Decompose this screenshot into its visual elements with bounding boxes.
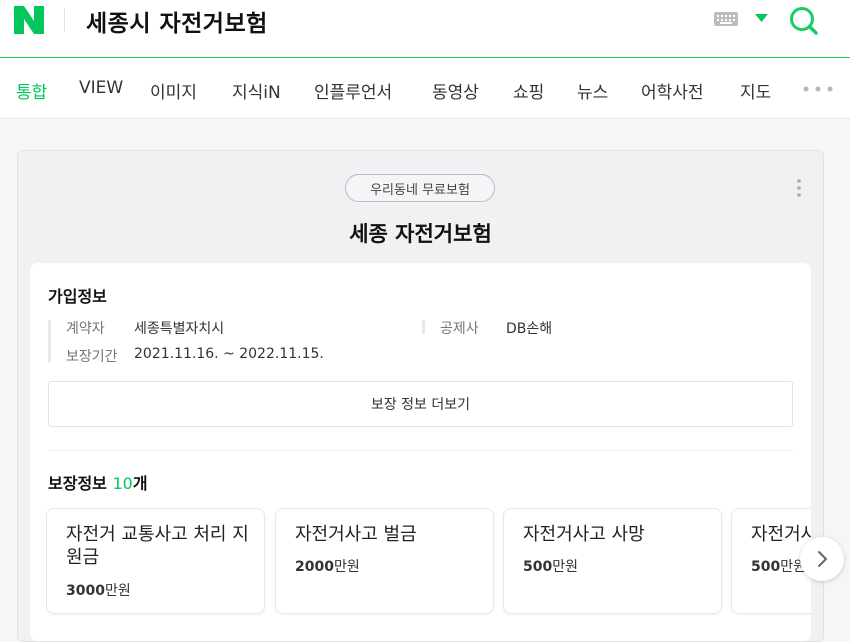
more-options-icon[interactable] — [796, 178, 802, 198]
coverage-amount-value: 500 — [751, 559, 781, 575]
keyboard-icon[interactable] — [714, 12, 738, 26]
info-divider — [48, 320, 51, 362]
card-title: 세종 자전거보험 — [349, 222, 492, 246]
tab-map[interactable]: 지도 — [740, 78, 771, 103]
insurance-card: 우리동네 무료보험 세종 자전거보험 가입정보 계약자 세종특별자치시 공제사 … — [17, 150, 824, 642]
search-tabs: 통합 VIEW 이미지 지식iN 인플루언서 동영상 쇼핑 뉴스 어학사전 지도 — [0, 58, 850, 119]
coverage-amount: 2000만원 — [295, 556, 360, 576]
search-icon[interactable] — [788, 5, 820, 37]
more-tabs-icon[interactable] — [803, 86, 833, 92]
coverage-amount-unit: 만원 — [333, 559, 360, 575]
coverage-title-text: 보장정보 — [48, 474, 107, 493]
coverage-amount: 3000만원 — [66, 580, 131, 600]
coverage-amount: 500만원 — [751, 556, 806, 576]
coverage-card[interactable]: 자전거사고 사망 500만원 — [503, 508, 722, 614]
naver-logo-icon[interactable] — [14, 6, 44, 34]
chevron-right-icon — [818, 551, 827, 567]
coverage-card[interactable]: 자전거 교통사고 처리 지원금 3000만원 — [46, 508, 265, 614]
tab-image[interactable]: 이미지 — [150, 78, 197, 103]
header-divider — [64, 8, 65, 32]
search-header: 세종시 자전거보험 — [0, 0, 850, 58]
enroll-info-title: 가입정보 — [48, 287, 107, 306]
tab-integrated[interactable]: 통합 — [16, 78, 47, 103]
tab-kin[interactable]: 지식iN — [232, 78, 281, 103]
carousel-next-button[interactable] — [800, 537, 844, 581]
coverage-name: 자전거 교통사고 처리 지원금 — [66, 524, 249, 568]
coverage-name: 자전거사 — [751, 524, 811, 545]
coverage-info-title: 보장정보 10개 — [48, 470, 148, 494]
tab-influencer[interactable]: 인플루언서 — [314, 78, 392, 103]
insurer-label: 공제사 — [440, 321, 479, 337]
section-divider — [48, 450, 793, 451]
tab-news[interactable]: 뉴스 — [577, 78, 608, 103]
period-value: 2021.11.16. ~ 2022.11.15. — [134, 346, 324, 362]
period-label: 보장기간 — [66, 349, 118, 365]
coverage-carousel: 자전거 교통사고 처리 지원금 3000만원 자전거사고 벌금 2000만원 자… — [46, 508, 811, 616]
coverage-more-button[interactable]: 보장 정보 더보기 — [48, 381, 793, 427]
caret-down-icon[interactable] — [755, 14, 768, 23]
coverage-amount-value: 2000 — [295, 559, 334, 575]
coverage-name: 자전거사고 사망 — [523, 524, 645, 545]
contractor-label: 계약자 — [66, 321, 105, 337]
search-query-text[interactable]: 세종시 자전거보험 — [86, 4, 268, 38]
coverage-amount-value: 3000 — [66, 583, 105, 599]
tab-dictionary[interactable]: 어학사전 — [641, 78, 704, 103]
insurer-value: DB손해 — [506, 321, 553, 337]
contractor-value: 세종특별자치시 — [134, 321, 225, 337]
coverage-amount-unit: 만원 — [552, 559, 578, 575]
coverage-card[interactable]: 자전거사 500만원 — [731, 508, 811, 614]
info-divider — [422, 320, 425, 334]
tab-shopping[interactable]: 쇼핑 — [513, 78, 544, 103]
coverage-card[interactable]: 자전거사고 벌금 2000만원 — [275, 508, 494, 614]
coverage-count-unit: 개 — [132, 474, 148, 493]
insurance-panel: 가입정보 계약자 세종특별자치시 공제사 DB손해 보장기간 2021.11.1… — [30, 263, 811, 641]
free-insurance-badge: 우리동네 무료보험 — [345, 174, 495, 202]
coverage-amount: 500만원 — [523, 556, 578, 576]
tab-video[interactable]: 동영상 — [432, 78, 479, 103]
coverage-amount-unit: 만원 — [104, 583, 131, 599]
tab-view[interactable]: VIEW — [79, 78, 123, 98]
coverage-name: 자전거사고 벌금 — [295, 524, 417, 545]
coverage-amount-value: 500 — [523, 559, 553, 575]
coverage-count: 10 — [112, 474, 133, 493]
